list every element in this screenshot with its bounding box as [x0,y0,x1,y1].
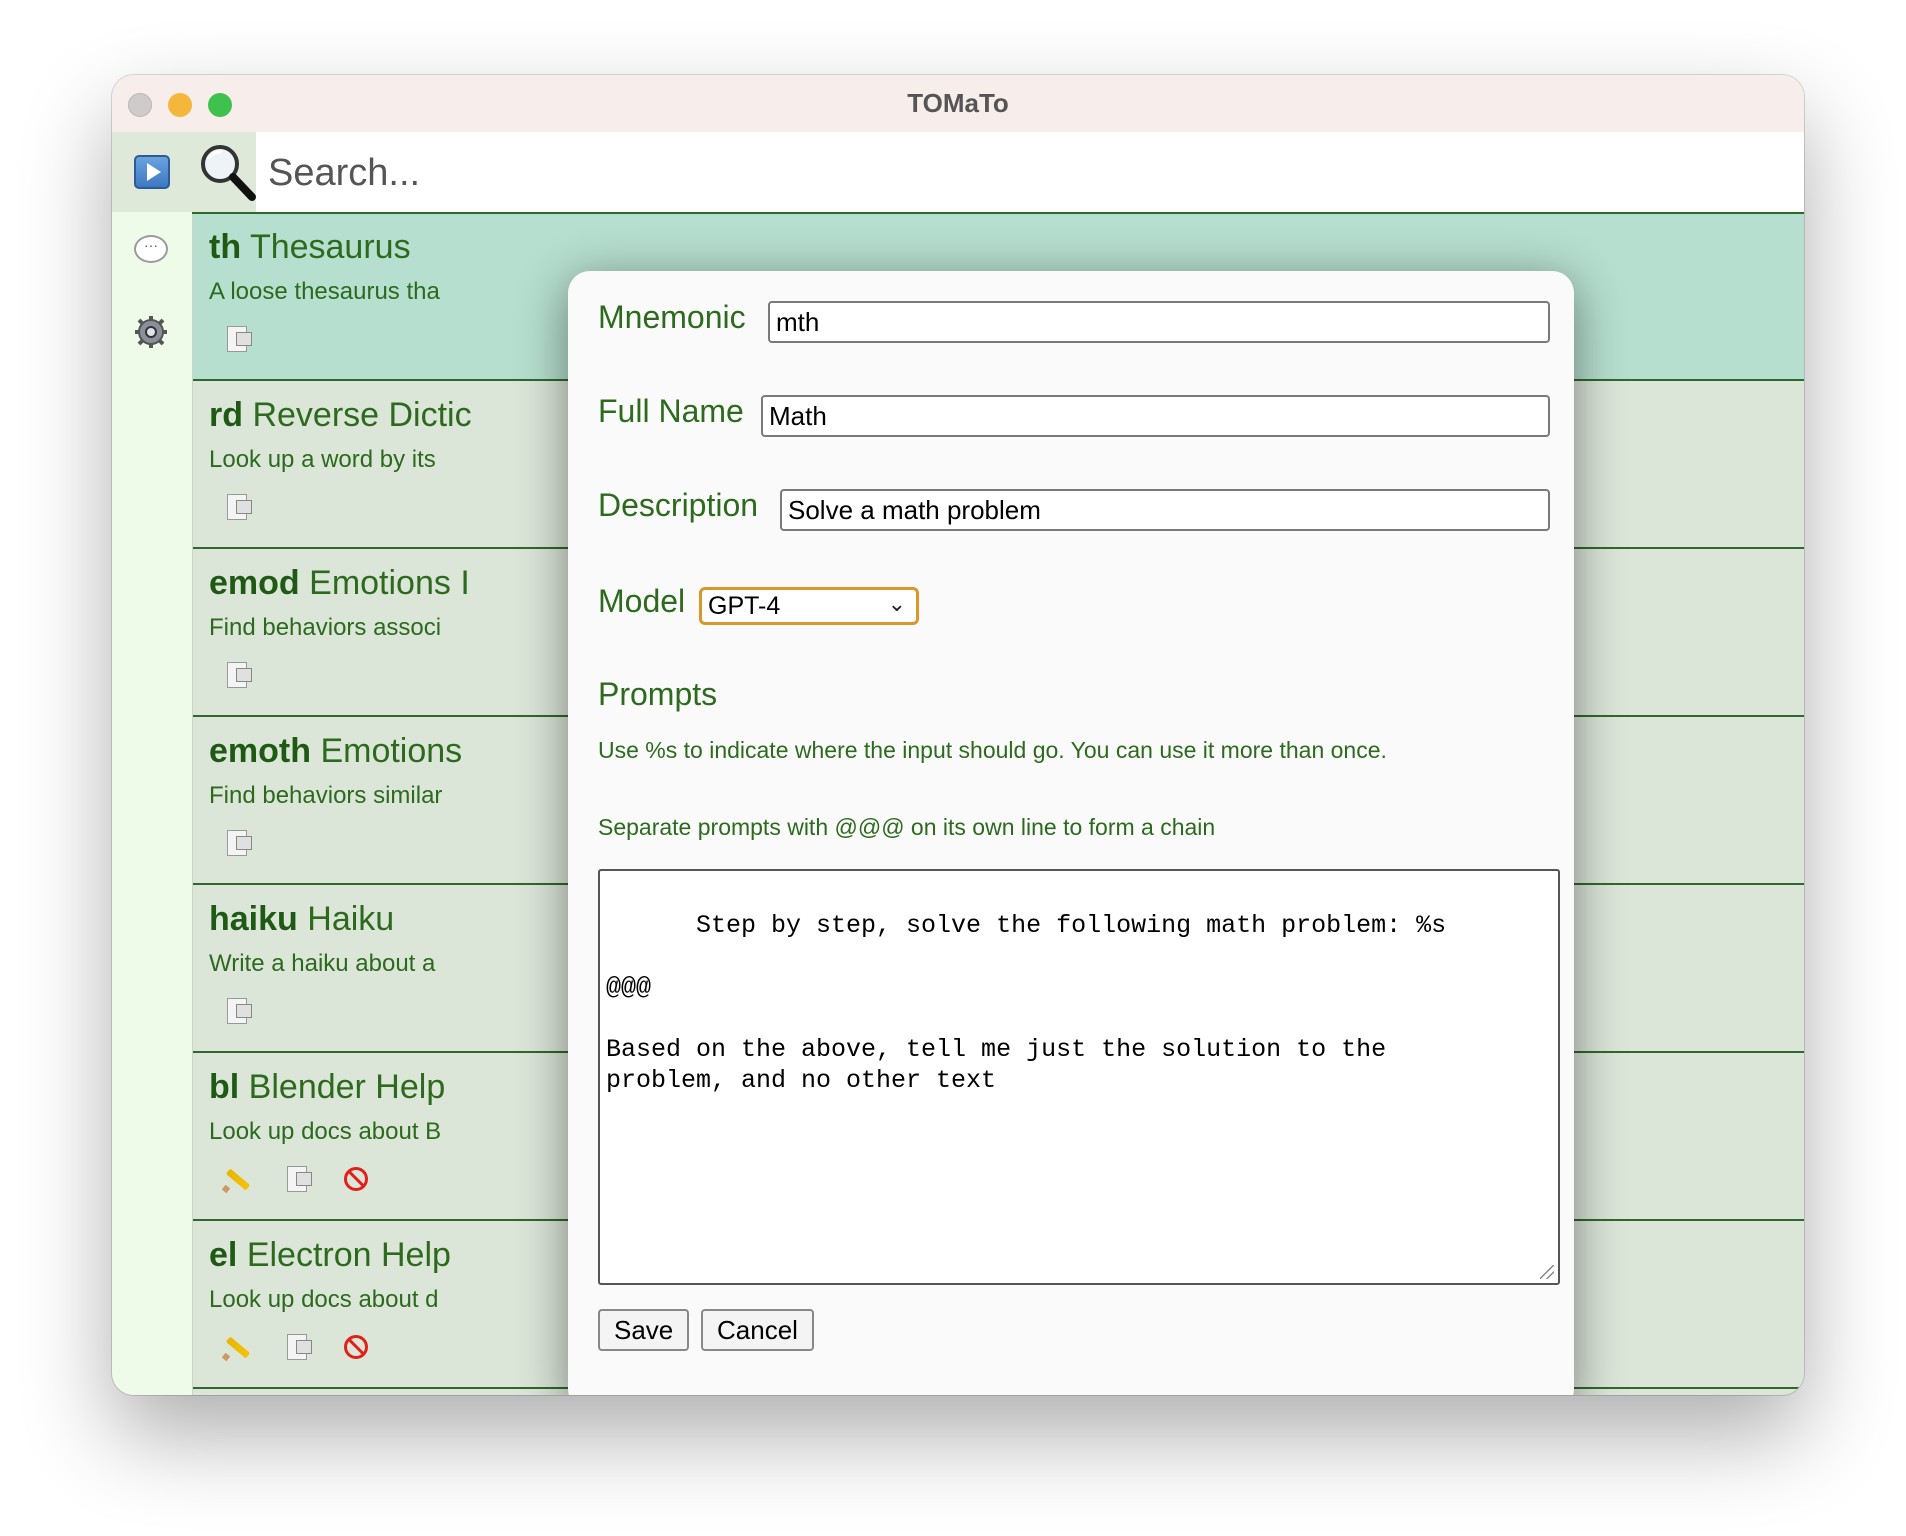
mnemonic-field[interactable] [768,301,1550,343]
prompt-textarea[interactable]: Step by step, solve the following math p… [598,869,1560,1285]
command-description: Look up a word by its [209,446,436,473]
command-name: Haiku [307,900,395,938]
edit-pencil-icon[interactable] [221,1164,251,1194]
model-select[interactable]: GPT-4 ⌄ [699,587,919,625]
search-icon [201,145,256,201]
command-name: Emotions I [309,564,470,602]
command-actions [221,660,281,692]
app-window: TOMaTo ··· th Thesaurus A loose thesaurus… [112,75,1804,1395]
command-description: Find behaviors similar [209,782,443,809]
prompts-hint-chain: Separate prompts with @@@ on its own lin… [598,814,1216,840]
gear-icon[interactable] [134,315,168,349]
command-actions [221,1164,401,1196]
command-name: Blender Help [248,1068,446,1106]
command-name: Emotions [320,732,463,770]
delete-forbidden-icon[interactable] [341,1332,371,1362]
copy-document-icon[interactable] [221,324,252,354]
description-field[interactable] [780,489,1550,531]
copy-document-icon[interactable] [221,996,252,1026]
search-input[interactable] [266,147,870,199]
description-label: Description [598,487,759,523]
command-mnemonic: th [209,228,242,266]
resize-handle[interactable] [1540,1265,1554,1279]
command-title: rd Reverse Dictic [209,396,472,435]
copy-document-icon[interactable] [221,828,252,858]
copy-document-icon[interactable] [281,1164,312,1194]
delete-forbidden-icon[interactable] [341,1164,371,1194]
command-description: Find behaviors associ [209,614,442,641]
prompt-text: Step by step, solve the following math p… [606,911,1447,1095]
command-title: emod Emotions I [209,564,470,603]
copy-document-icon[interactable] [281,1332,312,1362]
window-title: TOMaTo [907,88,1009,118]
chevron-down-icon: ⌄ [887,591,906,616]
fullname-field[interactable] [761,395,1550,437]
command-actions [221,996,281,1028]
prompts-hint-input: Use %s to indicate where the input shoul… [598,737,1387,763]
command-mnemonic: emod [209,564,300,602]
play-icon[interactable] [134,155,170,189]
command-actions [221,492,281,524]
save-button[interactable]: Save [598,1309,690,1351]
command-actions [221,828,281,860]
command-description: A loose thesaurus tha [209,278,440,305]
command-actions [221,324,281,356]
command-actions [221,1332,401,1364]
command-title: th Thesaurus [209,228,411,267]
command-description: Look up docs about d [209,1286,439,1313]
command-name: Reverse Dictic [252,396,472,434]
command-description: Look up docs about B [209,1118,442,1145]
edit-pencil-icon[interactable] [221,1332,251,1362]
command-mnemonic: bl [209,1068,240,1106]
command-title: emoth Emotions [209,732,462,771]
fullname-label: Full Name [598,393,744,429]
model-selected-value: GPT-4 [708,592,781,620]
model-label: Model [598,583,686,619]
command-title: el Electron Help [209,1236,451,1275]
title-bar: TOMaTo [112,75,1804,133]
command-mnemonic: haiku [209,900,298,938]
command-title: bl Blender Help [209,1068,445,1107]
command-mnemonic: el [209,1236,238,1274]
command-mnemonic: rd [209,396,243,434]
prompts-heading: Prompts [598,676,718,712]
copy-document-icon[interactable] [221,492,252,522]
command-name: Thesaurus [249,228,411,266]
chat-icon[interactable]: ··· [134,235,168,263]
mnemonic-label: Mnemonic [598,299,746,335]
command-description: Write a haiku about a [209,950,436,977]
cancel-button[interactable]: Cancel [701,1309,814,1351]
command-title: haiku Haiku [209,900,394,939]
edit-command-dialog: Mnemonic Full Name Description Model GPT… [568,271,1574,1395]
copy-document-icon[interactable] [221,660,252,690]
command-name: Electron Help [246,1236,451,1274]
command-mnemonic: emoth [209,732,311,770]
